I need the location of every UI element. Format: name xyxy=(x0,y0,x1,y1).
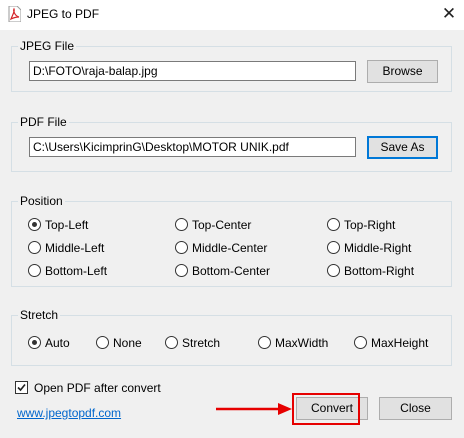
radio-circle-icon xyxy=(175,218,188,232)
pdf-path-input[interactable]: C:\Users\KicimprinG\Desktop\MOTOR UNIK.p… xyxy=(29,137,356,157)
position-radio-label: Middle-Center xyxy=(192,240,268,255)
stretch-radio-label: MaxHeight xyxy=(371,335,429,350)
radio-circle-icon xyxy=(258,336,271,350)
jpeg-path-input[interactable]: D:\FOTO\raja-balap.jpg xyxy=(29,61,356,81)
radio-circle-icon xyxy=(175,241,188,255)
jpeg-file-group-title: JPEG File xyxy=(20,39,75,53)
position-radio-bottom-left[interactable]: Bottom-Left xyxy=(28,263,107,279)
radio-circle-icon xyxy=(354,336,367,350)
window-close-button[interactable]: ✕ xyxy=(434,0,464,30)
position-radio-top-left[interactable]: Top-Left xyxy=(28,217,88,233)
stretch-radio-none[interactable]: None xyxy=(96,335,142,351)
pdf-app-icon xyxy=(8,6,21,22)
position-radio-label: Bottom-Left xyxy=(45,263,108,278)
position-radio-label: Bottom-Right xyxy=(344,263,415,278)
position-radio-middle-center[interactable]: Middle-Center xyxy=(175,240,267,256)
close-button[interactable]: Close xyxy=(379,397,452,420)
stretch-radio-stretch[interactable]: Stretch xyxy=(165,335,220,351)
red-arrow-annotation xyxy=(216,403,292,415)
position-radio-bottom-center[interactable]: Bottom-Center xyxy=(175,263,270,279)
open-pdf-label: Open PDF after convert xyxy=(34,381,161,395)
radio-circle-icon xyxy=(28,241,41,255)
stretch-radio-label: Auto xyxy=(45,335,70,350)
position-radio-label: Top-Right xyxy=(344,217,396,232)
radio-circle-icon xyxy=(165,336,178,350)
position-radio-label: Top-Left xyxy=(45,217,89,232)
radio-circle-icon xyxy=(327,218,340,232)
position-radio-label: Middle-Left xyxy=(45,240,105,255)
position-radio-label: Top-Center xyxy=(192,217,252,232)
stretch-radio-label: None xyxy=(113,335,142,350)
position-radio-top-center[interactable]: Top-Center xyxy=(175,217,251,233)
save-as-button[interactable]: Save As xyxy=(367,136,438,159)
stretch-radio-maxwidth[interactable]: MaxWidth xyxy=(258,335,328,351)
stretch-radio-auto[interactable]: Auto xyxy=(28,335,70,351)
radio-circle-icon xyxy=(28,264,41,278)
window-title: JPEG to PDF xyxy=(27,7,100,21)
radio-circle-icon xyxy=(28,218,41,232)
radio-circle-icon xyxy=(327,264,340,278)
stretch-radio-maxheight[interactable]: MaxHeight xyxy=(354,335,428,351)
stretch-group-title: Stretch xyxy=(20,308,59,322)
stretch-radio-label: Stretch xyxy=(182,335,221,350)
checkmark-icon xyxy=(17,383,26,392)
position-radio-bottom-right[interactable]: Bottom-Right xyxy=(327,263,414,279)
radio-circle-icon xyxy=(96,336,109,350)
radio-circle-icon xyxy=(327,241,340,255)
position-radio-middle-left[interactable]: Middle-Left xyxy=(28,240,104,256)
position-group-title: Position xyxy=(20,194,63,208)
convert-button[interactable]: Convert xyxy=(296,397,368,420)
radio-circle-icon xyxy=(28,336,41,350)
open-pdf-checkbox[interactable] xyxy=(15,381,28,394)
pdf-file-group-title: PDF File xyxy=(20,115,67,129)
position-radio-label: Bottom-Center xyxy=(192,263,271,278)
position-radio-label: Middle-Right xyxy=(344,240,412,255)
website-link[interactable]: www.jpegtopdf.com xyxy=(17,406,121,420)
position-radio-top-right[interactable]: Top-Right xyxy=(327,217,395,233)
title-bar: JPEG to PDF ✕ xyxy=(0,0,464,30)
browse-button[interactable]: Browse xyxy=(367,60,438,83)
position-radio-middle-right[interactable]: Middle-Right xyxy=(327,240,411,256)
stretch-radio-label: MaxWidth xyxy=(275,335,329,350)
radio-circle-icon xyxy=(175,264,188,278)
